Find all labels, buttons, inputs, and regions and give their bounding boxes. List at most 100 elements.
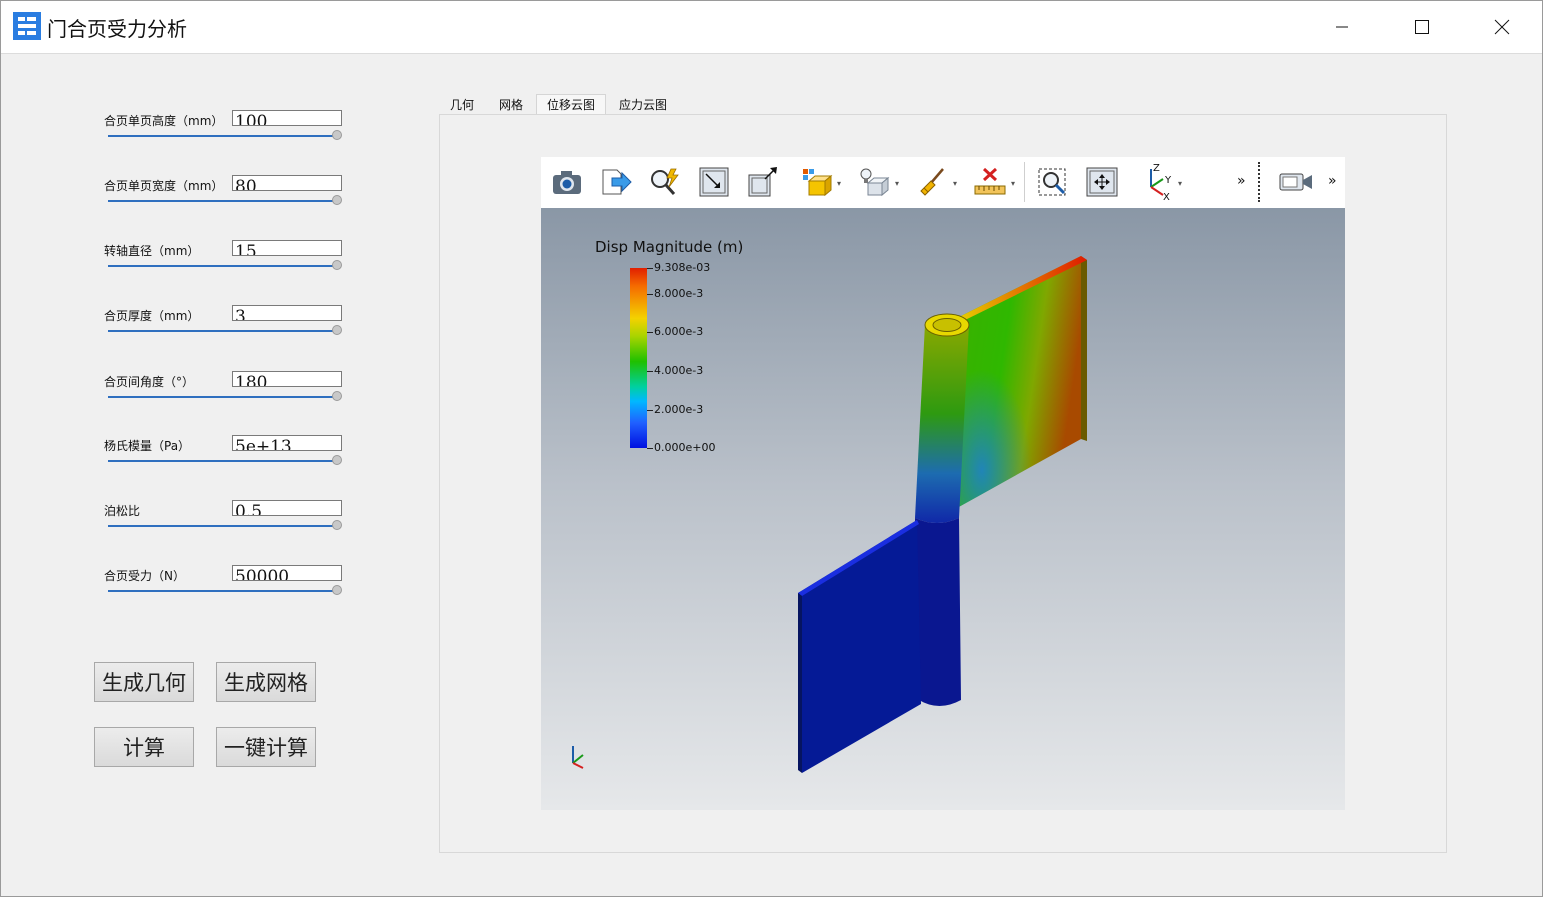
poisson-ratio-slider[interactable] bbox=[108, 525, 338, 527]
app-icon bbox=[13, 12, 41, 40]
hinge-width-input[interactable]: 80 bbox=[232, 175, 342, 191]
legend-tick-label: 6.000e-3 bbox=[654, 325, 704, 338]
legend-tick-label: 4.000e-3 bbox=[654, 364, 704, 377]
query-icon[interactable] bbox=[648, 165, 682, 199]
more-icon-2[interactable]: » bbox=[1328, 173, 1337, 189]
dropdown-arrow-icon[interactable]: ▾ bbox=[1178, 179, 1182, 188]
displacement-render-area[interactable]: Disp Magnitude (m) 9.308e-03 8.000e-3 6.… bbox=[541, 208, 1345, 810]
zoom-to-data-icon[interactable] bbox=[746, 165, 780, 199]
param-poisson-ratio: 泊松比 0.5 bbox=[104, 500, 344, 540]
minimize-button[interactable] bbox=[1302, 1, 1382, 53]
more-icon[interactable]: » bbox=[1237, 173, 1246, 189]
legend-tick bbox=[647, 448, 653, 449]
close-icon bbox=[1494, 19, 1510, 35]
dropdown-arrow-icon[interactable]: ▾ bbox=[953, 179, 957, 188]
minimize-icon bbox=[1336, 26, 1348, 28]
legend-tick-label: 9.308e-03 bbox=[654, 261, 711, 274]
legend-title: Disp Magnitude (m) bbox=[595, 238, 744, 256]
color-legend-bar bbox=[630, 268, 647, 448]
legend-tick bbox=[647, 268, 653, 269]
slider-handle[interactable] bbox=[332, 325, 342, 335]
hinge-force-slider[interactable] bbox=[108, 590, 338, 592]
axis-label-y: Y bbox=[1164, 175, 1172, 186]
clear-icon[interactable] bbox=[915, 165, 949, 199]
zoom-box-icon[interactable] bbox=[1036, 165, 1070, 199]
representation-icon[interactable] bbox=[800, 165, 834, 199]
hinge-height-slider[interactable] bbox=[108, 135, 338, 137]
slider-handle[interactable] bbox=[332, 520, 342, 530]
light-icon[interactable] bbox=[857, 165, 891, 199]
param-hinge-width: 合页单页宽度（mm） 80 bbox=[104, 175, 344, 215]
param-hinge-thickness: 合页厚度（mm） 3 bbox=[104, 305, 344, 345]
param-label: 合页厚度（mm） bbox=[104, 309, 200, 323]
param-hinge-force: 合页受力（N） 50000 bbox=[104, 565, 344, 605]
tab-geometry[interactable]: 几何 bbox=[441, 94, 483, 114]
camera-icon[interactable] bbox=[550, 165, 584, 199]
youngs-modulus-slider[interactable] bbox=[108, 460, 338, 462]
compute-button[interactable]: 计算 bbox=[94, 727, 194, 767]
slider-handle[interactable] bbox=[332, 260, 342, 270]
upper-plate-shade bbox=[957, 256, 1081, 508]
axis-label-x: X bbox=[1163, 192, 1170, 201]
hinge-thickness-slider[interactable] bbox=[108, 330, 338, 332]
slider-handle[interactable] bbox=[332, 130, 342, 140]
render-viewer: ▾ ▾ ▾ ▾ ZYX ▾ » » Disp Magnitude (m) 9.3… bbox=[541, 157, 1345, 810]
shaft-bore bbox=[932, 318, 962, 332]
dropdown-arrow-icon[interactable]: ▾ bbox=[837, 179, 841, 188]
param-label: 杨氏模量（Pa） bbox=[104, 439, 191, 453]
param-label: 合页单页宽度（mm） bbox=[104, 179, 224, 193]
axis-label-z: Z bbox=[1153, 163, 1160, 174]
axes-icon[interactable]: ZYX bbox=[1141, 163, 1181, 201]
main-window: 门合页受力分析 合页单页高度（mm） 100 合页单页宽度（mm） 80 转轴直… bbox=[0, 0, 1543, 897]
tab-displacement[interactable]: 位移云图 bbox=[536, 94, 606, 114]
close-button[interactable] bbox=[1462, 1, 1542, 53]
upper-plate-edge bbox=[1081, 256, 1087, 441]
lower-plate-edge bbox=[798, 593, 802, 773]
hinge-force-input[interactable]: 50000 bbox=[232, 565, 342, 581]
youngs-modulus-input[interactable]: 5e+13 bbox=[232, 435, 342, 451]
slider-handle[interactable] bbox=[332, 195, 342, 205]
dropdown-arrow-icon[interactable]: ▾ bbox=[895, 179, 899, 188]
generate-mesh-button[interactable]: 生成网格 bbox=[216, 662, 316, 702]
hinge-height-input[interactable]: 100 bbox=[232, 110, 342, 126]
toolbar-grip bbox=[1258, 162, 1260, 202]
generate-geometry-button[interactable]: 生成几何 bbox=[94, 662, 194, 702]
export-icon[interactable] bbox=[599, 165, 633, 199]
viewer-toolbar: ▾ ▾ ▾ ▾ ZYX ▾ » » bbox=[541, 157, 1345, 208]
legend-tick bbox=[647, 371, 653, 372]
param-label: 转轴直径（mm） bbox=[104, 244, 200, 258]
shaft-diameter-slider[interactable] bbox=[108, 265, 338, 267]
title-bar: 门合页受力分析 bbox=[1, 1, 1542, 54]
ruler-icon[interactable] bbox=[973, 165, 1007, 199]
pan-icon[interactable] bbox=[1085, 165, 1119, 199]
hinge-angle-slider[interactable] bbox=[108, 396, 338, 398]
slider-handle[interactable] bbox=[332, 391, 342, 401]
legend-tick-label: 8.000e-3 bbox=[654, 287, 704, 300]
param-youngs-modulus: 杨氏模量（Pa） 5e+13 bbox=[104, 435, 344, 475]
param-label: 泊松比 bbox=[104, 504, 141, 518]
lower-shaft bbox=[915, 518, 961, 706]
poisson-ratio-input[interactable]: 0.5 bbox=[232, 500, 342, 516]
hinge-width-slider[interactable] bbox=[108, 200, 338, 202]
shaft-diameter-input[interactable]: 15 bbox=[232, 240, 342, 256]
video-icon[interactable] bbox=[1279, 165, 1313, 199]
one-click-compute-button[interactable]: 一键计算 bbox=[216, 727, 316, 767]
param-label: 合页单页高度（mm） bbox=[104, 114, 224, 128]
tab-mesh[interactable]: 网格 bbox=[489, 94, 533, 114]
param-shaft-diameter: 转轴直径（mm） 15 bbox=[104, 240, 344, 280]
slider-handle[interactable] bbox=[332, 455, 342, 465]
tab-stress[interactable]: 应力云图 bbox=[610, 94, 676, 114]
hinge-thickness-input[interactable]: 3 bbox=[232, 305, 342, 321]
legend-tick-label: 0.000e+00 bbox=[654, 441, 716, 454]
reset-camera-icon[interactable] bbox=[697, 165, 731, 199]
legend-tick-label: 2.000e-3 bbox=[654, 403, 704, 416]
toolbar-divider bbox=[1024, 162, 1025, 202]
param-label: 合页间角度（°） bbox=[104, 375, 195, 389]
legend-tick bbox=[647, 294, 653, 295]
legend-tick bbox=[647, 410, 653, 411]
slider-handle[interactable] bbox=[332, 585, 342, 595]
hinge-angle-input[interactable]: 180 bbox=[232, 371, 342, 387]
maximize-button[interactable] bbox=[1382, 1, 1462, 53]
param-hinge-angle: 合页间角度（°） 180 bbox=[104, 371, 344, 411]
dropdown-arrow-icon[interactable]: ▾ bbox=[1011, 179, 1015, 188]
